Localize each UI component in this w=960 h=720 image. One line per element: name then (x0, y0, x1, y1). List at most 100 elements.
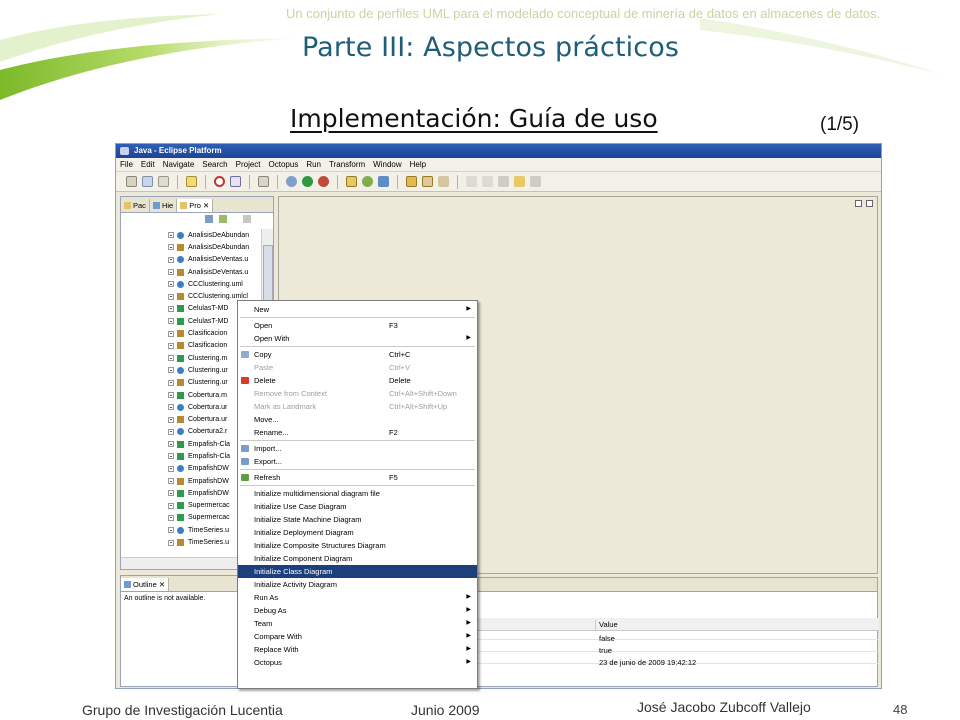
expand-icon[interactable] (168, 465, 174, 472)
menu-item-compare-with[interactable]: Compare With ▶ (238, 630, 477, 643)
new-interface-icon[interactable] (378, 176, 389, 187)
expand-icon[interactable] (168, 342, 174, 349)
menu-item-run-as[interactable]: Run As ▶ (238, 591, 477, 604)
terminal-icon[interactable] (258, 176, 269, 187)
annotation-prev-icon[interactable] (482, 176, 493, 187)
menu-edit[interactable]: Edit (141, 160, 155, 169)
expand-icon[interactable] (168, 539, 174, 546)
menu-file[interactable]: File (120, 160, 133, 169)
menu-project[interactable]: Project (236, 160, 261, 169)
last-edit-icon[interactable] (498, 176, 509, 187)
menu-item-initialize-deployment-diagram[interactable]: Initialize Deployment Diagram (238, 526, 477, 539)
wizard-icon[interactable] (186, 176, 197, 187)
menu-item-delete[interactable]: Delete Delete (238, 374, 477, 387)
close-icon[interactable]: ✕ (203, 201, 209, 210)
expand-icon[interactable] (168, 330, 174, 337)
menu-item-initialize-class-diagram[interactable]: Initialize Class Diagram (238, 565, 477, 578)
menu-window[interactable]: Window (373, 160, 401, 169)
menu-item-initialize-activity-diagram[interactable]: Initialize Activity Diagram (238, 578, 477, 591)
expand-icon[interactable] (168, 502, 174, 509)
collapse-all-icon[interactable] (205, 215, 213, 223)
link-with-editor-icon[interactable] (219, 215, 227, 223)
print-icon[interactable] (158, 176, 169, 187)
new-class-icon[interactable] (362, 176, 373, 187)
menu-item-debug-as[interactable]: Debug As ▶ (238, 604, 477, 617)
scrollbar-thumb[interactable] (263, 245, 273, 305)
tab-project-explorer[interactable]: Pro ✕ (177, 199, 214, 212)
menu-help[interactable]: Help (410, 160, 426, 169)
tree-item[interactable]: AnalisisDeVentas.u (121, 254, 261, 266)
menu-item-rename[interactable]: Rename... F2 (238, 426, 477, 439)
expand-icon[interactable] (168, 392, 174, 398)
menu-item-refresh[interactable]: Refresh F5 (238, 471, 477, 484)
tab-hierarchy[interactable]: Hie (150, 199, 178, 212)
menu-item-remove-from-context[interactable]: Remove from Context Ctrl+Alt+Shift+Down (238, 387, 477, 400)
expand-icon[interactable] (168, 293, 174, 300)
expand-icon[interactable] (168, 416, 174, 423)
menu-run[interactable]: Run (306, 160, 321, 169)
pencil-icon[interactable] (438, 176, 449, 187)
expand-icon[interactable] (168, 428, 174, 435)
expand-icon[interactable] (168, 232, 174, 239)
menu-item-team[interactable]: Team ▶ (238, 617, 477, 630)
menu-item-import[interactable]: Import... (238, 442, 477, 455)
expand-icon[interactable] (168, 244, 174, 251)
tab-outline[interactable]: Outline ✕ (121, 578, 170, 591)
expand-icon[interactable] (168, 514, 174, 521)
expand-icon[interactable] (168, 490, 174, 497)
expand-icon[interactable] (168, 379, 174, 386)
menu-item-move[interactable]: Move... (238, 413, 477, 426)
target-icon[interactable] (214, 176, 225, 187)
menu-item-new[interactable]: New ▶ (238, 303, 477, 316)
expand-icon[interactable] (168, 318, 174, 325)
expand-icon[interactable] (168, 453, 174, 460)
tree-item[interactable]: CCClustering.uml (121, 278, 261, 290)
menu-item-octopus[interactable]: Octopus ▶ (238, 656, 477, 669)
external-tools-icon[interactable] (318, 176, 329, 187)
menu-item-open-with[interactable]: Open With ▶ (238, 332, 477, 345)
expand-icon[interactable] (168, 527, 174, 534)
open-resource-icon[interactable] (422, 176, 433, 187)
expand-icon[interactable] (168, 305, 174, 312)
minimize-icon[interactable] (855, 200, 862, 207)
menu-item-initialize-composite-structures-diagram[interactable]: Initialize Composite Structures Diagram (238, 539, 477, 552)
annotation-next-icon[interactable] (466, 176, 477, 187)
menu-item-copy[interactable]: Copy Ctrl+C (238, 348, 477, 361)
menu-item-initialize-multidimensional-diagram-file[interactable]: Initialize multidimensional diagram file (238, 487, 477, 500)
close-icon[interactable]: ✕ (159, 580, 165, 589)
expand-icon[interactable] (168, 404, 174, 411)
menu-octopus[interactable]: Octopus (269, 160, 299, 169)
menu-search[interactable]: Search (202, 160, 227, 169)
save-icon[interactable] (142, 176, 153, 187)
run-icon[interactable] (302, 176, 313, 187)
tree-item[interactable]: AnalisisDeAbundan (121, 241, 261, 253)
debug-icon[interactable] (286, 176, 297, 187)
expand-icon[interactable] (168, 281, 174, 288)
tree-item[interactable]: AnalisisDeAbundan (121, 229, 261, 241)
open-type-icon[interactable] (406, 176, 417, 187)
view-menu-icon[interactable] (243, 215, 251, 223)
menu-item-mark-as-landmark[interactable]: Mark as Landmark Ctrl+Alt+Shift+Up (238, 400, 477, 413)
expand-icon[interactable] (168, 478, 174, 485)
menu-item-replace-with[interactable]: Replace With ▶ (238, 643, 477, 656)
menu-item-initialize-use-case-diagram[interactable]: Initialize Use Case Diagram (238, 500, 477, 513)
new-package-icon[interactable] (346, 176, 357, 187)
back-arrow-icon[interactable] (514, 176, 525, 187)
new-icon[interactable] (126, 176, 137, 187)
menu-item-open[interactable]: Open F3 (238, 319, 477, 332)
expand-icon[interactable] (168, 367, 174, 374)
expand-icon[interactable] (168, 256, 174, 263)
forward-arrow-icon[interactable] (530, 176, 541, 187)
menu-item-export[interactable]: Export... (238, 455, 477, 468)
menu-navigate[interactable]: Navigate (163, 160, 195, 169)
tree-item[interactable]: AnalisisDeVentas.u (121, 266, 261, 278)
menu-item-initialize-component-diagram[interactable]: Initialize Component Diagram (238, 552, 477, 565)
menu-item-initialize-state-machine-diagram[interactable]: Initialize State Machine Diagram (238, 513, 477, 526)
expand-icon[interactable] (168, 355, 174, 362)
menu-transform[interactable]: Transform (329, 160, 365, 169)
maximize-icon[interactable] (866, 200, 873, 207)
expand-icon[interactable] (168, 269, 174, 276)
tab-package-explorer[interactable]: Pac (121, 199, 150, 212)
model-icon[interactable] (230, 176, 241, 187)
menu-item-paste[interactable]: Paste Ctrl+V (238, 361, 477, 374)
